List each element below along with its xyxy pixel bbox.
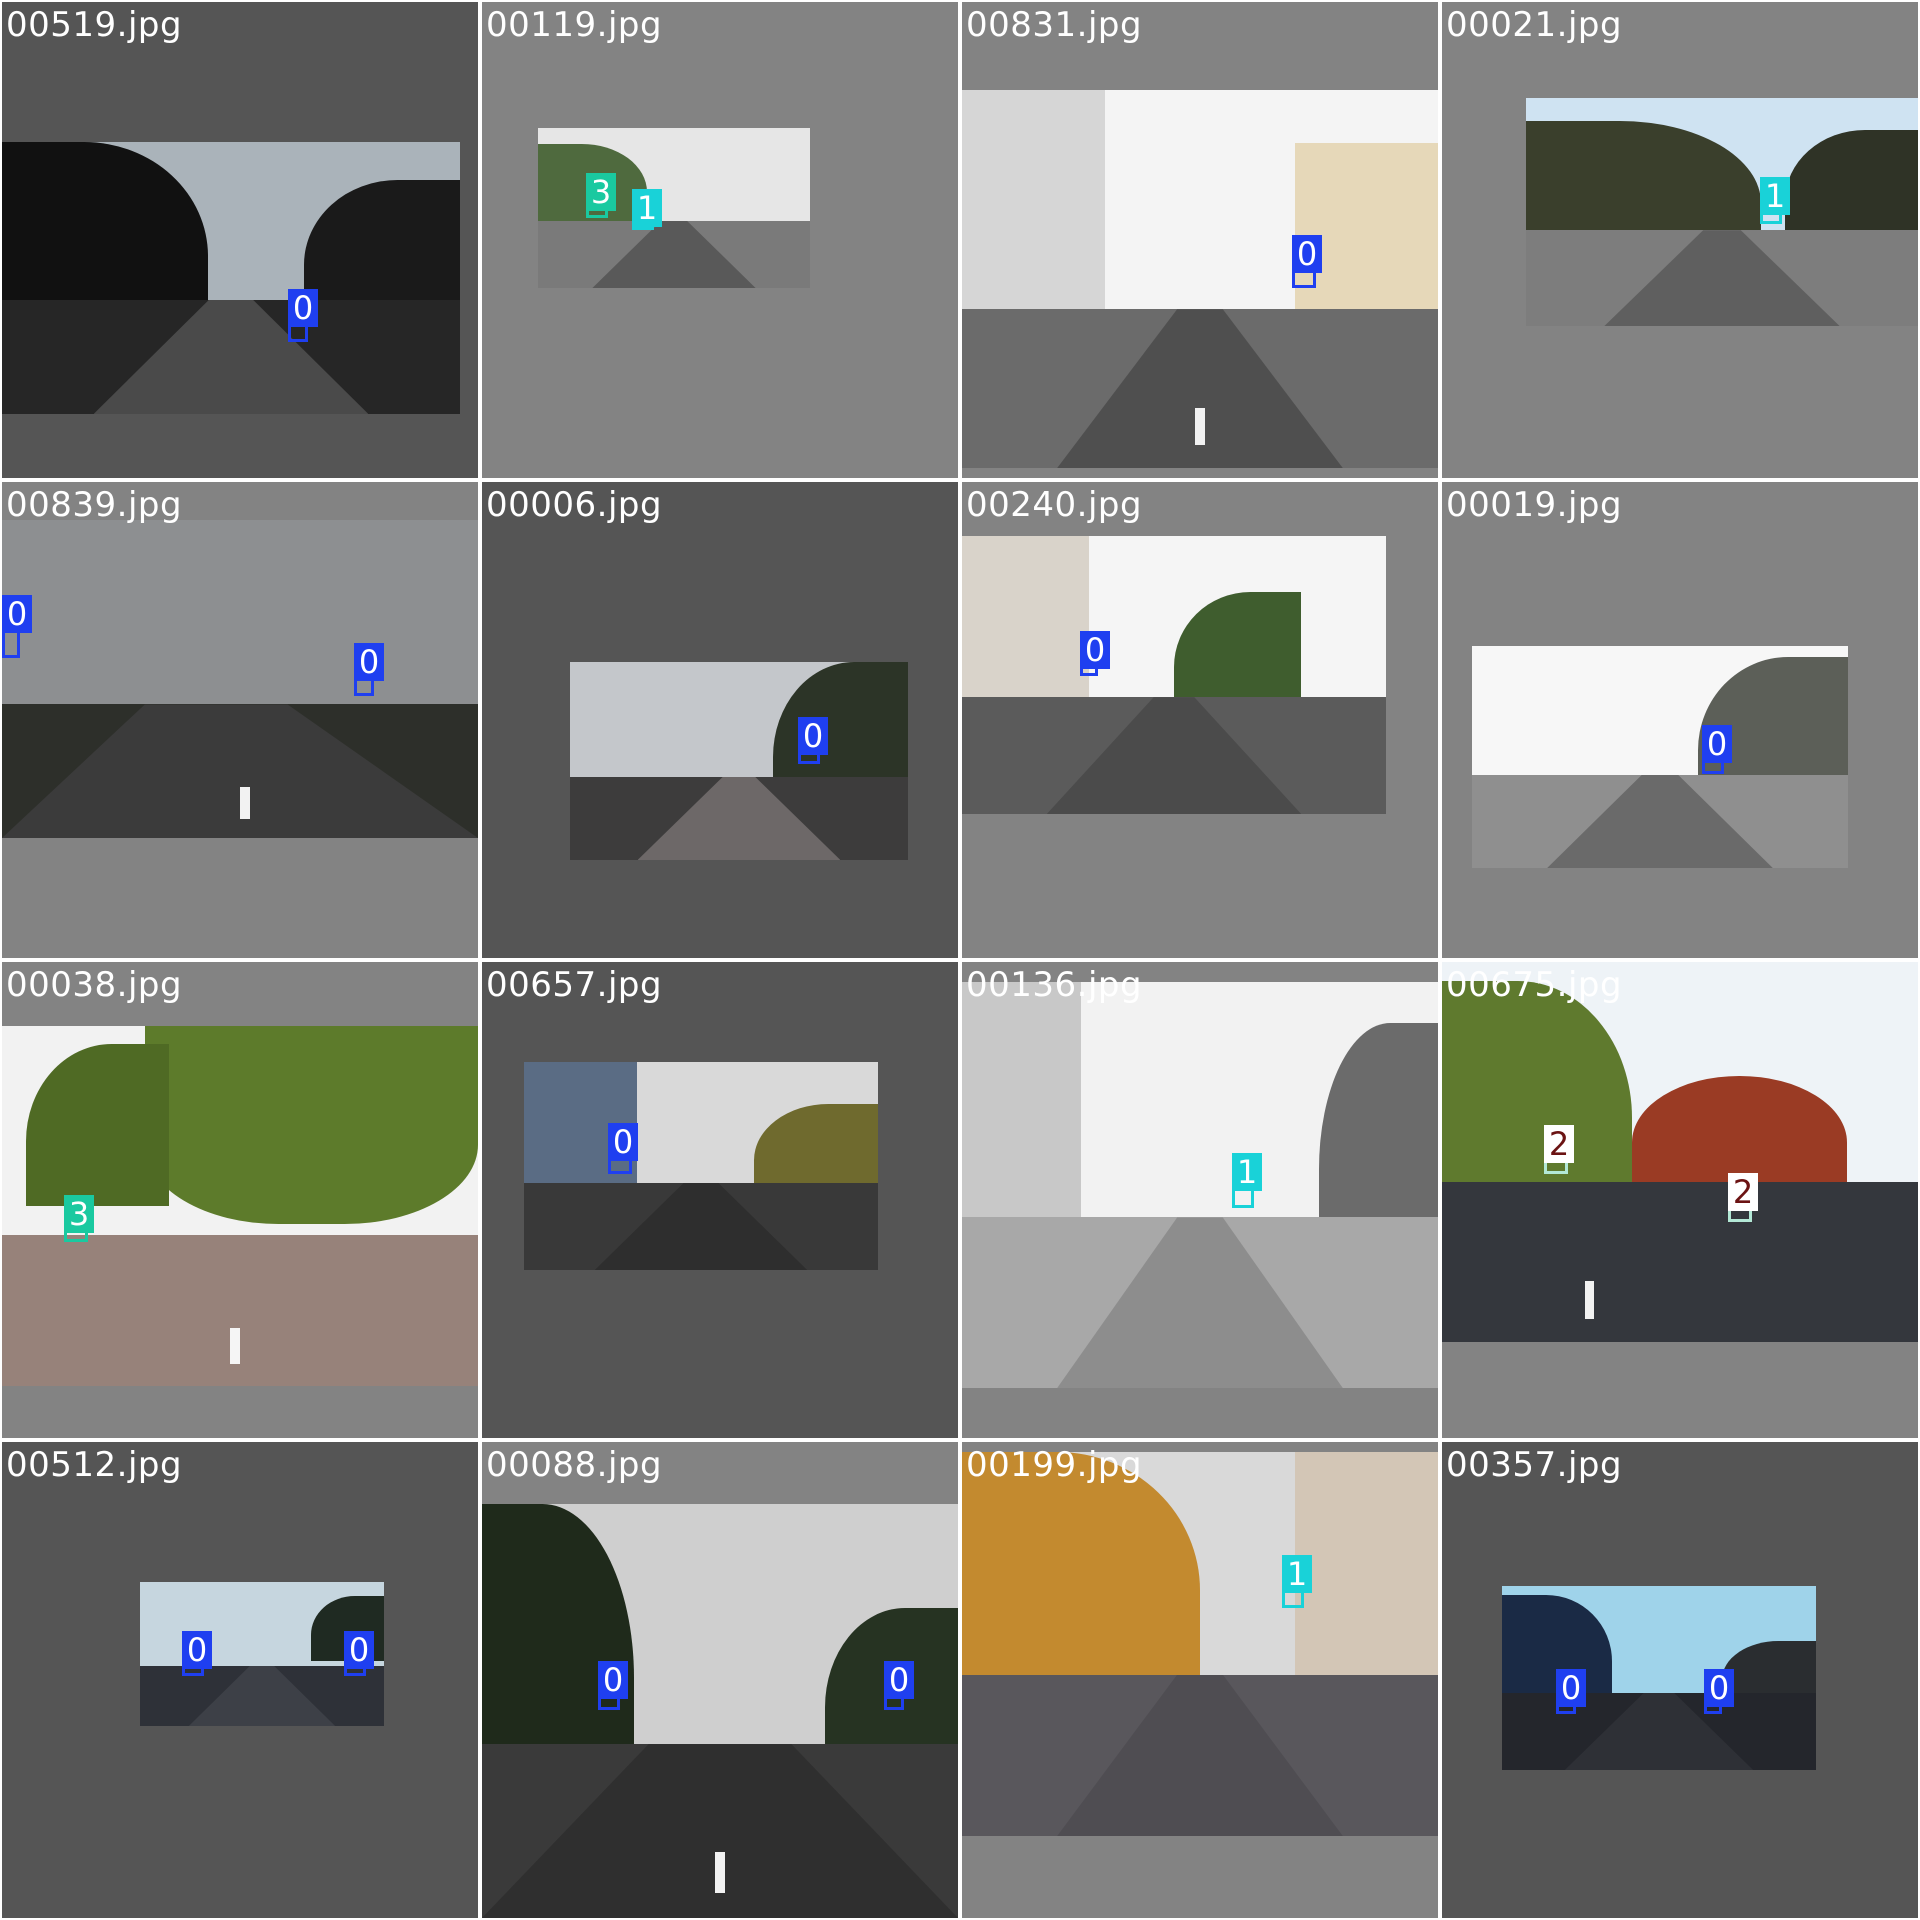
detection-box: 0 bbox=[884, 1661, 914, 1710]
detection-label: 1 bbox=[632, 189, 662, 227]
tile-filename: 00519.jpg bbox=[6, 5, 183, 45]
photo-commercial-road bbox=[524, 1062, 878, 1270]
photo-sunny-suburb bbox=[1526, 98, 1918, 326]
detection-label: 0 bbox=[884, 1661, 914, 1699]
tile-filename: 00119.jpg bbox=[486, 5, 663, 45]
detection-label: 0 bbox=[608, 1123, 638, 1161]
detection-label: 2 bbox=[1544, 1125, 1574, 1163]
detection-box: 1 bbox=[1282, 1555, 1312, 1608]
photo-stormy-highway bbox=[2, 520, 478, 838]
tile-filename: 00839.jpg bbox=[6, 485, 183, 525]
detection-label: 3 bbox=[64, 1195, 94, 1233]
detection-box: 0 bbox=[1702, 725, 1732, 774]
tile-00657[interactable]: 0 00657.jpg bbox=[482, 962, 958, 1438]
detection-label: 2 bbox=[1728, 1173, 1758, 1211]
tile-filename: 00657.jpg bbox=[486, 965, 663, 1005]
detection-box: 1 bbox=[1232, 1153, 1262, 1208]
photo-autumn-roundabout bbox=[1442, 962, 1918, 1342]
detection-box: 0 bbox=[1704, 1669, 1734, 1714]
tile-00006[interactable]: 0 00006.jpg bbox=[482, 482, 958, 958]
tile-00019[interactable]: 0 00019.jpg bbox=[1442, 482, 1918, 958]
detection-label: 1 bbox=[1282, 1555, 1312, 1593]
photo-forest-road bbox=[570, 662, 908, 860]
tile-00357[interactable]: 0 0 00357.jpg bbox=[1442, 1442, 1918, 1918]
tile-00839[interactable]: 0 0 00839.jpg bbox=[2, 482, 478, 958]
detection-box: 3 bbox=[586, 173, 616, 218]
detection-box: 0 bbox=[1080, 631, 1110, 676]
tile-filename: 00088.jpg bbox=[486, 1445, 663, 1485]
detection-label: 0 bbox=[344, 1631, 374, 1669]
photo-foggy-motorway bbox=[482, 1504, 958, 1918]
detection-label: 0 bbox=[354, 643, 384, 681]
tile-filename: 00038.jpg bbox=[6, 965, 183, 1005]
detection-label: 0 bbox=[2, 595, 32, 633]
detection-label: 0 bbox=[1704, 1669, 1734, 1707]
detection-label: 1 bbox=[1232, 1153, 1262, 1191]
tile-filename: 00357.jpg bbox=[1446, 1445, 1623, 1485]
photo-overexposed-street bbox=[962, 982, 1438, 1388]
detection-box: 2 bbox=[1544, 1125, 1574, 1174]
detection-mosaic: 0 00519.jpg 3 1 00119.jpg 0 00831.jpg 1 … bbox=[0, 0, 1920, 1920]
detection-box: 0 bbox=[288, 289, 318, 342]
tile-filename: 00006.jpg bbox=[486, 485, 663, 525]
detection-box: 0 bbox=[344, 1631, 374, 1676]
detection-label: 0 bbox=[1292, 235, 1322, 273]
tile-filename: 00831.jpg bbox=[966, 5, 1143, 45]
detection-label: 0 bbox=[1080, 631, 1110, 669]
tile-filename: 00136.jpg bbox=[966, 965, 1143, 1005]
photo-bright-country-road bbox=[1472, 646, 1848, 868]
detection-box: 0 bbox=[2, 595, 32, 658]
photo-blue-sky-highway bbox=[1502, 1586, 1816, 1770]
detection-label: 0 bbox=[798, 717, 828, 755]
detection-label: 0 bbox=[1702, 725, 1732, 763]
tile-00136[interactable]: 1 00136.jpg bbox=[962, 962, 1438, 1438]
detection-box: 0 bbox=[598, 1661, 628, 1710]
tile-filename: 00675.jpg bbox=[1446, 965, 1623, 1005]
tile-00240[interactable]: 0 00240.jpg bbox=[962, 482, 1438, 958]
detection-box: 0 bbox=[354, 643, 384, 696]
tile-filename: 00021.jpg bbox=[1446, 5, 1623, 45]
photo-autumn-avenue bbox=[962, 1452, 1438, 1836]
tile-filename: 00019.jpg bbox=[1446, 485, 1623, 525]
detection-box: 3 bbox=[64, 1195, 94, 1242]
tile-00831[interactable]: 0 00831.jpg bbox=[962, 2, 1438, 478]
tile-00675[interactable]: 2 2 00675.jpg bbox=[1442, 962, 1918, 1438]
detection-box: 0 bbox=[798, 717, 828, 764]
detection-label: 3 bbox=[586, 173, 616, 211]
tile-00512[interactable]: 0 0 00512.jpg bbox=[2, 1442, 478, 1918]
tile-00021[interactable]: 1 00021.jpg bbox=[1442, 2, 1918, 478]
tile-00038[interactable]: 3 00038.jpg bbox=[2, 962, 478, 1438]
detection-label: 0 bbox=[598, 1661, 628, 1699]
tile-00199[interactable]: 1 00199.jpg bbox=[962, 1442, 1438, 1918]
detection-label: 1 bbox=[1760, 177, 1790, 215]
detection-box: 0 bbox=[182, 1631, 212, 1676]
detection-box: 0 bbox=[1556, 1669, 1586, 1714]
photo-dark-highway bbox=[2, 142, 460, 414]
tile-filename: 00512.jpg bbox=[6, 1445, 183, 1485]
photo-city-intersection bbox=[538, 128, 810, 288]
tile-filename: 00240.jpg bbox=[966, 485, 1143, 525]
tile-00119[interactable]: 3 1 00119.jpg bbox=[482, 2, 958, 478]
detection-box: 2 bbox=[1728, 1173, 1758, 1222]
detection-box: 1 bbox=[1760, 177, 1790, 224]
detection-box: 0 bbox=[608, 1123, 638, 1174]
photo-village-street bbox=[962, 536, 1386, 814]
photo-residential-street bbox=[962, 90, 1438, 468]
tile-00519[interactable]: 0 00519.jpg bbox=[2, 2, 478, 478]
detection-label: 0 bbox=[288, 289, 318, 327]
tile-00088[interactable]: 0 0 00088.jpg bbox=[482, 1442, 958, 1918]
detection-label: 0 bbox=[182, 1631, 212, 1669]
detection-box: 0 bbox=[1292, 235, 1322, 288]
detection-label: 0 bbox=[1556, 1669, 1586, 1707]
tile-filename: 00199.jpg bbox=[966, 1445, 1143, 1485]
detection-box: 1 bbox=[632, 189, 662, 230]
